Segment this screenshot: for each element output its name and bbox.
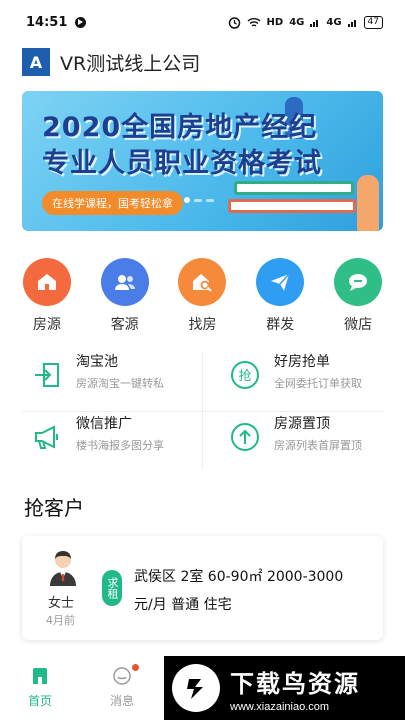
- grab-icon: 抢: [228, 358, 262, 392]
- feature-title: 微信推广: [76, 416, 132, 432]
- carousel-dot-active: [184, 197, 190, 203]
- feature-title: 淘宝池: [76, 354, 118, 370]
- banner-person-illustration: [357, 175, 379, 231]
- battery-icon: 47: [363, 15, 383, 29]
- watermark-title: 下载鸟资源: [230, 669, 360, 698]
- app-notification-icon: [75, 16, 87, 28]
- feature-subtitle: 全网委托订单获取: [274, 377, 362, 390]
- feature-title: 房源置顶: [274, 416, 330, 432]
- import-icon: [30, 358, 64, 392]
- quick-action-listings[interactable]: 房源: [15, 258, 79, 334]
- feature-taobao-pool[interactable]: 淘宝池 房源淘宝一键转私: [30, 352, 210, 410]
- customer-time-ago: 4月前: [46, 614, 75, 627]
- banner-tagline: 在线学课程，国考轻松拿: [42, 191, 183, 215]
- feature-pin-listing[interactable]: 房源置顶 房源列表首屏置顶: [228, 414, 405, 472]
- promo-banner[interactable]: 2020全国房地产经纪 专业人员职业资格考试 在线学课程，国考轻松拿: [22, 91, 383, 231]
- banner-book-illustration: [228, 199, 356, 213]
- status-bar: 14:51 HD 4G 4G 47: [0, 0, 405, 44]
- home-tab-icon: [33, 668, 47, 684]
- signal-icon: [310, 20, 319, 27]
- quick-action-label: 房源: [32, 317, 61, 333]
- company-name: VR测试线上公司: [60, 52, 201, 75]
- message-tab-icon: [113, 667, 131, 685]
- alarm-icon: [228, 16, 240, 29]
- feature-grid: 淘宝池 房源淘宝一键转私 抢 好房抢单 全网委托订单获取 微信推广 楼书海报多图…: [22, 352, 383, 470]
- home-icon: [22, 258, 71, 306]
- feature-subtitle: 房源淘宝一键转私: [76, 377, 164, 390]
- chat-icon: [334, 258, 383, 306]
- quick-action-label: 找房: [188, 317, 217, 333]
- divider: [22, 411, 383, 412]
- customer-gender: 女士: [48, 596, 75, 611]
- quick-action-clients[interactable]: 客源: [93, 258, 157, 334]
- quick-actions: 房源 客源 找房 群发 微店: [0, 258, 405, 334]
- grab-icon-text: 抢: [238, 368, 251, 384]
- quick-action-micro-store[interactable]: 微店: [326, 258, 390, 334]
- customer-requirement-line2: 元/月 普通 住宅: [134, 597, 232, 613]
- carousel-indicator: [184, 197, 214, 203]
- tab-label: 消息: [109, 694, 134, 708]
- house-search-icon: [178, 258, 227, 306]
- feature-subtitle: 楼书海报多图分享: [76, 439, 164, 452]
- carousel-dot: [206, 199, 214, 202]
- feature-subtitle: 房源列表首屏置顶: [274, 439, 362, 452]
- status-indicators: HD 4G 4G 47: [228, 15, 383, 29]
- company-logo: A: [22, 48, 50, 76]
- section-title: 抢客户: [24, 496, 84, 520]
- rent-tag-badge: 求租: [102, 570, 122, 606]
- feature-wechat-promo[interactable]: 微信推广 楼书海报多图分享: [30, 414, 210, 472]
- quick-action-find-house[interactable]: 找房: [170, 258, 234, 334]
- site-watermark: 下载鸟资源 www.xiazainiao.com: [164, 656, 405, 720]
- carousel-dot: [194, 199, 202, 202]
- tab-messages[interactable]: 消息: [97, 664, 147, 709]
- feature-grab-orders[interactable]: 抢 好房抢单 全网委托订单获取: [228, 352, 405, 410]
- app-header: A VR测试线上公司: [22, 48, 200, 76]
- tab-home[interactable]: 首页: [15, 666, 65, 709]
- send-icon: [256, 258, 305, 306]
- watermark-logo-icon: [172, 664, 220, 712]
- hd-indicator: HD: [266, 16, 284, 28]
- users-icon: [100, 258, 149, 306]
- arrow-up-icon: [228, 420, 262, 454]
- watermark-url: www.xiazainiao.com: [230, 700, 330, 713]
- customer-requirement-line1: 武侯区 2室 60-90㎡ 2000-3000: [134, 569, 344, 585]
- banner-title-line2: 专业人员职业资格考试: [42, 148, 322, 179]
- megaphone-icon: [30, 420, 64, 454]
- unread-dot: [132, 664, 139, 671]
- avatar: [50, 551, 76, 586]
- feature-title: 好房抢单: [274, 354, 330, 370]
- banner-book-illustration: [234, 181, 354, 195]
- signal-2-label: 4G: [326, 16, 342, 28]
- wifi-icon: [247, 17, 260, 27]
- banner-title-line1: 2020全国房地产经纪: [42, 112, 318, 143]
- customer-card[interactable]: 女士 4月前 求租 武侯区 2室 60-90㎡ 2000-3000 元/月 普通…: [22, 536, 383, 640]
- status-time: 14:51: [26, 14, 68, 30]
- signal-icon: [347, 20, 356, 27]
- quick-action-label: 客源: [110, 317, 139, 333]
- quick-action-label: 微店: [344, 317, 373, 333]
- quick-action-label: 群发: [266, 317, 295, 333]
- tab-label: 首页: [27, 694, 52, 708]
- quick-action-broadcast[interactable]: 群发: [248, 258, 312, 334]
- signal-1-label: 4G: [289, 16, 305, 28]
